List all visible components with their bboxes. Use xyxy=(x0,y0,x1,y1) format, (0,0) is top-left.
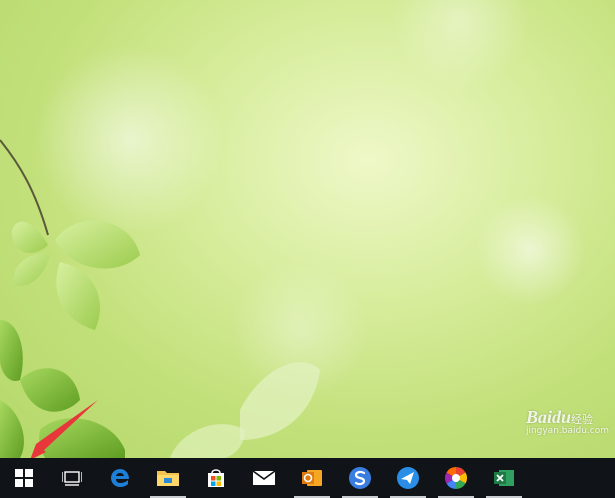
feishu-bird-icon xyxy=(397,467,419,489)
watermark-brand: Baidu xyxy=(525,407,571,427)
mail-icon xyxy=(252,470,276,485)
windows-start-icon xyxy=(15,469,33,487)
sogou-icon xyxy=(349,467,371,489)
outlook-button[interactable] xyxy=(288,458,336,498)
sogou-button[interactable] xyxy=(336,458,384,498)
taskbar xyxy=(0,458,615,498)
color-wheel-app-button[interactable] xyxy=(432,458,480,498)
mail-button[interactable] xyxy=(240,458,288,498)
file-explorer-icon xyxy=(157,471,179,486)
feishu-button[interactable] xyxy=(384,458,432,498)
edge-browser-icon xyxy=(111,469,129,487)
task-view-button[interactable] xyxy=(48,458,96,498)
excel-icon xyxy=(494,470,514,486)
store-icon xyxy=(208,469,224,487)
watermark-site: jingyan.baidu.com xyxy=(525,426,609,436)
color-wheel-app-icon xyxy=(445,467,467,489)
store-button[interactable] xyxy=(192,458,240,498)
excel-button[interactable] xyxy=(480,458,528,498)
outlook-icon xyxy=(302,470,322,486)
task-view-icon xyxy=(62,471,82,486)
edge-button[interactable] xyxy=(96,458,144,498)
desktop-wallpaper: Baidu经验 jingyan.baidu.com xyxy=(0,0,615,458)
wallpaper-art xyxy=(0,0,585,458)
baidu-watermark: Baidu经验 jingyan.baidu.com xyxy=(526,407,609,436)
start-button[interactable] xyxy=(0,458,48,498)
file-explorer-button[interactable] xyxy=(144,458,192,498)
watermark-suffix: 经验 xyxy=(570,413,593,426)
